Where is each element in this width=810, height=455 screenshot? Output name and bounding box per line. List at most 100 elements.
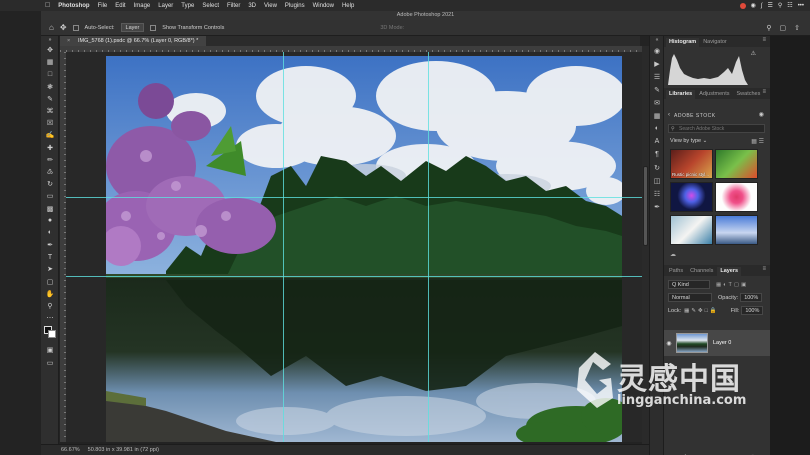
- lock-icons[interactable]: ▦✎✥□🔒: [684, 308, 719, 314]
- visibility-eye-icon[interactable]: ◉: [664, 340, 674, 347]
- blur-tool-icon[interactable]: ●: [41, 215, 59, 227]
- document-canvas-photo[interactable]: [106, 56, 622, 442]
- menu-plugins[interactable]: Plugins: [285, 3, 305, 9]
- stock-thumbnail[interactable]: [715, 182, 758, 212]
- back-icon[interactable]: ‹: [668, 112, 670, 118]
- adjustments-icon[interactable]: ◐: [650, 122, 664, 135]
- brush-panel-icon[interactable]: ✎: [650, 83, 664, 96]
- panel-menu-icon[interactable]: ≡: [762, 266, 766, 272]
- brush-tool-icon[interactable]: ✏: [41, 154, 59, 166]
- search-icon[interactable]: ⚲: [778, 2, 782, 9]
- comments-icon[interactable]: ✉: [650, 96, 664, 109]
- warning-icon[interactable]: ⚠: [751, 50, 756, 57]
- rectangle-tool-icon[interactable]: ▢: [41, 276, 59, 288]
- auto-select-dropdown[interactable]: Layer: [120, 23, 145, 32]
- menu-3d[interactable]: 3D: [248, 3, 256, 9]
- home-icon[interactable]: ⌂: [49, 23, 54, 32]
- bluetooth-icon[interactable]: ∫: [761, 3, 763, 9]
- tab-adjustments[interactable]: Adjustments: [696, 90, 732, 99]
- menu-select[interactable]: Select: [202, 3, 219, 9]
- tab-libraries[interactable]: Libraries: [666, 90, 696, 99]
- layer-name[interactable]: Layer 0: [713, 340, 731, 346]
- stock-search-input[interactable]: ⚲ Search Adobe Stock: [668, 124, 765, 133]
- guide-horizontal-2[interactable]: [66, 276, 642, 277]
- zoom-level[interactable]: 66.67%: [61, 447, 80, 453]
- channels-icon[interactable]: ☷: [650, 187, 664, 200]
- screen-mode-icon[interactable]: ▭: [41, 357, 59, 369]
- panel-menu-icon[interactable]: ≡: [762, 89, 766, 95]
- fill-field[interactable]: 100%: [741, 306, 764, 315]
- view-mode-icons[interactable]: ▦ ☰: [751, 138, 764, 145]
- menu-edit[interactable]: Edit: [115, 3, 125, 9]
- properties-icon[interactable]: ☰: [650, 70, 664, 83]
- crop-tool-icon[interactable]: ⌘: [41, 105, 59, 117]
- layers-icon[interactable]: ◫: [650, 174, 664, 187]
- guide-vertical-1[interactable]: [283, 52, 284, 442]
- cc-icon[interactable]: ◉: [751, 2, 756, 9]
- clone-stamp-tool-icon[interactable]: ♳: [41, 166, 59, 178]
- collapse-icon[interactable]: «: [650, 36, 664, 44]
- tab-channels[interactable]: Channels: [687, 267, 716, 276]
- actions-play-icon[interactable]: ▶: [650, 57, 664, 70]
- tab-navigator[interactable]: Navigator: [700, 38, 730, 47]
- history-brush-tool-icon[interactable]: ↻: [41, 178, 59, 190]
- scrollbar-thumb[interactable]: [643, 166, 648, 246]
- blend-mode-dropdown[interactable]: Normal: [668, 293, 712, 302]
- view-by-type-dropdown[interactable]: View by type ⌄: [670, 138, 707, 144]
- menu-layer[interactable]: Layer: [158, 3, 173, 9]
- quick-mask-icon[interactable]: ▣: [41, 344, 59, 356]
- color-swatches[interactable]: [41, 324, 59, 344]
- stock-thumbnail[interactable]: [715, 149, 758, 179]
- workspace-icon[interactable]: ▢: [780, 24, 787, 32]
- dodge-tool-icon[interactable]: ◐: [41, 227, 59, 239]
- stock-thumbnail[interactable]: [670, 215, 713, 245]
- transform-controls-checkbox[interactable]: [150, 24, 157, 31]
- stock-thumbnail[interactable]: [715, 215, 758, 245]
- character-icon[interactable]: A: [650, 135, 664, 148]
- hand-tool-icon[interactable]: ✋: [41, 288, 59, 300]
- eyedropper-tool-icon[interactable]: ✍: [41, 129, 59, 141]
- guide-horizontal-1[interactable]: [66, 197, 642, 198]
- layer-filter-icons[interactable]: ▦◐T▢▣: [716, 282, 748, 288]
- record-icon[interactable]: [739, 2, 746, 9]
- paths-icon[interactable]: ✒: [650, 200, 664, 213]
- wifi-icon[interactable]: ☰: [768, 2, 773, 9]
- document-info[interactable]: 50.803 in x 39.981 in (72 ppi): [88, 447, 159, 453]
- frame-tool-icon[interactable]: ☒: [41, 117, 59, 129]
- pen-tool-icon[interactable]: ✒: [41, 239, 59, 251]
- tab-layers[interactable]: Layers: [717, 267, 742, 276]
- tab-histogram[interactable]: Histogram: [666, 38, 700, 47]
- menu-filter[interactable]: Filter: [227, 3, 240, 9]
- move-tool-icon[interactable]: ✥: [41, 44, 59, 56]
- gradient-tool-icon[interactable]: ▩: [41, 202, 59, 214]
- collapse-icon[interactable]: »: [41, 36, 59, 44]
- account-icon[interactable]: ◉: [759, 111, 764, 118]
- background-color-swatch[interactable]: [48, 330, 56, 339]
- tab-swatches[interactable]: Swatches: [734, 90, 764, 99]
- search-icon[interactable]: ⚲: [766, 24, 771, 32]
- stock-thumbnail[interactable]: Rustic picnic styl...: [670, 149, 713, 179]
- history-icon[interactable]: ↻: [650, 161, 664, 174]
- libraries-icon[interactable]: ▦: [650, 109, 664, 122]
- paragraph-icon[interactable]: ¶: [650, 148, 664, 161]
- document-tab[interactable]: × IMG_5768 (1).psdc @ 66.7% (Layer 0, RG…: [60, 36, 207, 46]
- type-tool-icon[interactable]: T: [41, 251, 59, 263]
- move-tool-icon[interactable]: ✥: [60, 23, 67, 32]
- stock-thumbnail[interactable]: [670, 182, 713, 212]
- opacity-field[interactable]: 100%: [740, 293, 763, 302]
- menu-image[interactable]: Image: [134, 3, 151, 9]
- menu-view[interactable]: View: [264, 3, 277, 9]
- apple-icon[interactable]: : [45, 2, 50, 9]
- lasso-tool-icon[interactable]: ❃: [41, 81, 59, 93]
- cloud-icon[interactable]: ☁: [670, 251, 676, 258]
- menu-help[interactable]: Help: [342, 3, 354, 9]
- menu-app-photoshop[interactable]: Photoshop: [58, 3, 89, 9]
- tab-paths[interactable]: Paths: [666, 267, 686, 276]
- quick-selection-tool-icon[interactable]: ✎: [41, 93, 59, 105]
- zoom-tool-icon[interactable]: ⚲: [41, 300, 59, 312]
- artboard-tool-icon[interactable]: ▦: [41, 56, 59, 68]
- menu-type[interactable]: Type: [181, 3, 194, 9]
- edit-toolbar-icon[interactable]: ⋯: [41, 312, 59, 324]
- menu-file[interactable]: File: [98, 3, 108, 9]
- auto-select-checkbox[interactable]: [72, 24, 79, 31]
